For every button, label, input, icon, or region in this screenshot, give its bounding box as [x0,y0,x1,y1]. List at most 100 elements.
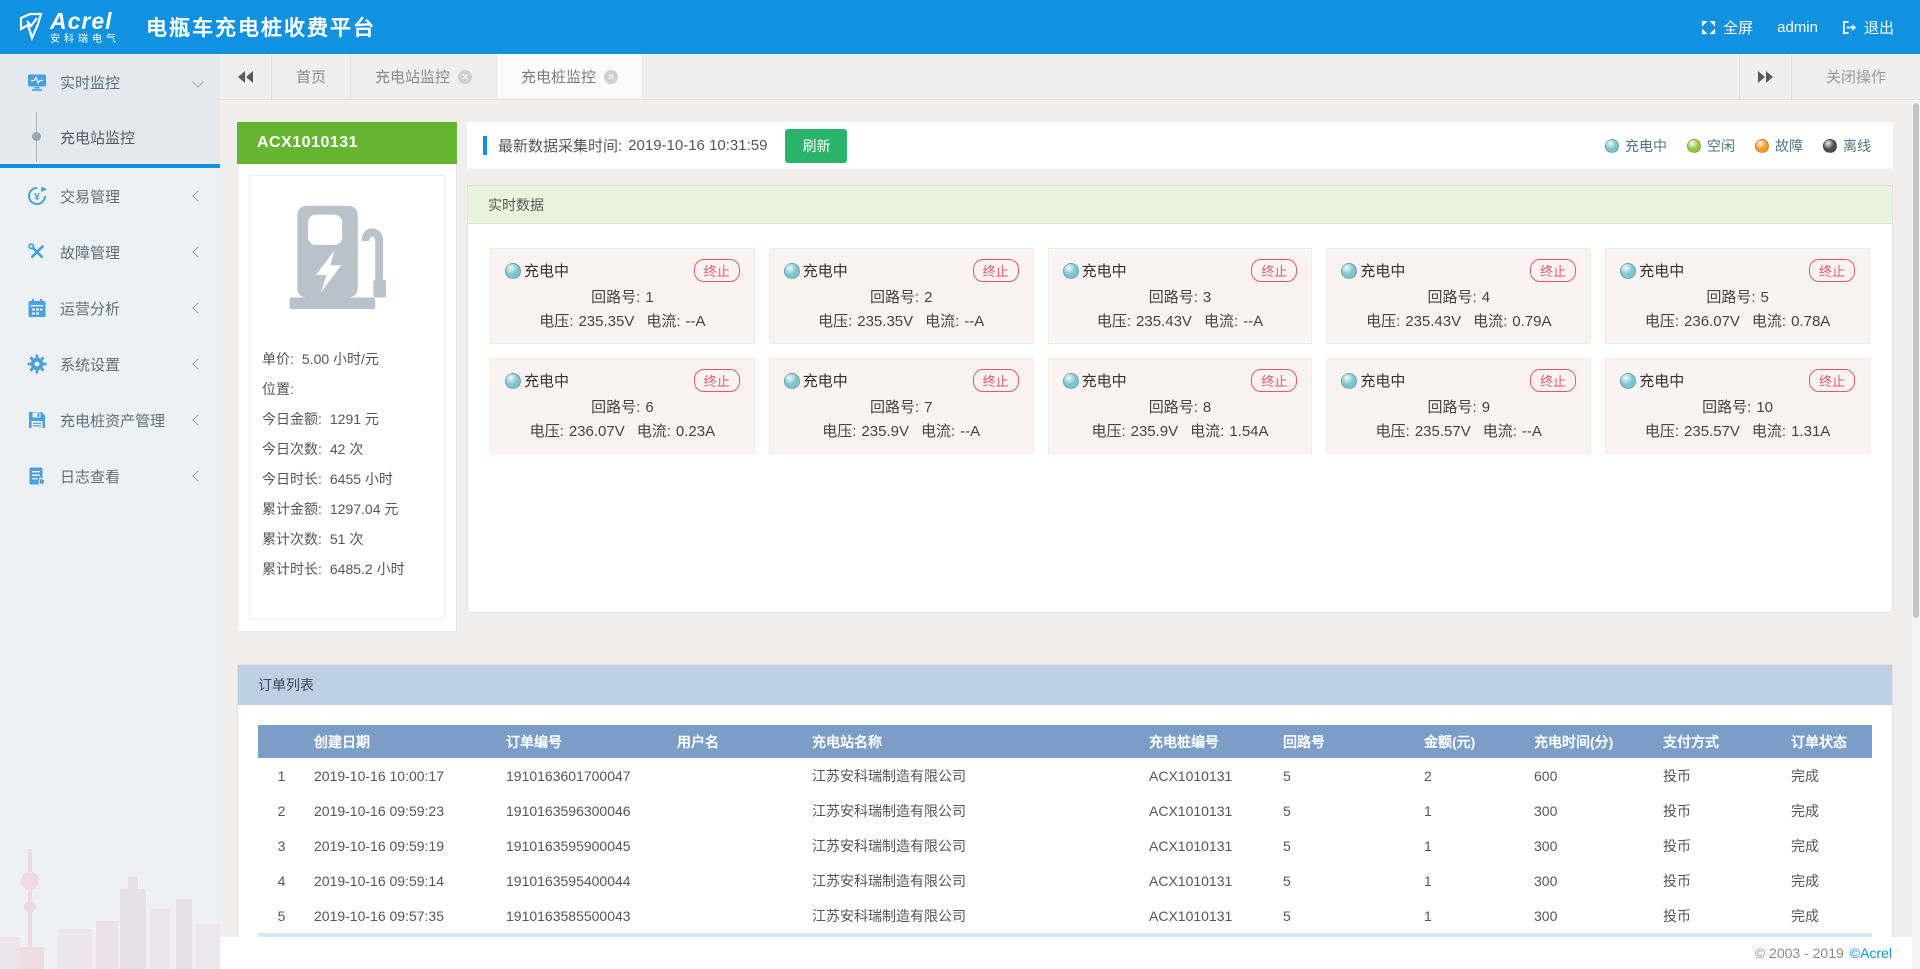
col-circuit: 回路号 [1274,725,1415,758]
sidebar-item-label: 故障管理 [60,242,120,263]
terminate-button[interactable]: 终止 [694,259,740,282]
cell-pay: 投币 [1654,828,1782,863]
tabs-scroll-left-button[interactable] [220,54,272,99]
copyright-text: © 2003 - 2019 [1755,945,1844,961]
sidebar-item-operations-analysis[interactable]: 运营分析 [0,280,220,336]
circuit-status: 充电中 [1360,260,1405,281]
sidebar-item-transactions[interactable]: ¥ 交易管理 [0,168,220,224]
row-index: 3 [258,828,305,863]
cell-minutes: 600 [1525,758,1654,793]
charging-ball-icon [1063,263,1079,279]
city-skyline-decoration [0,829,220,969]
sidebar-item-pile-assets[interactable]: 充电桩资产管理 [0,392,220,448]
cell-status: 完成 [1782,898,1872,933]
fullscreen-button[interactable]: 全屏 [1701,17,1753,38]
tab-pile-monitor[interactable]: 充电桩监控 [497,54,643,99]
brand-link[interactable]: ©Acrel [1850,945,1892,961]
terminate-button[interactable]: 终止 [1530,369,1576,392]
logout-button[interactable]: 退出 [1842,17,1894,38]
circuit-card-1: 充电中终止 回路号:1 电压:235.35V电流:--A [490,248,755,344]
col-status: 订单状态 [1782,725,1872,758]
terminate-button[interactable]: 终止 [1251,259,1297,282]
circuit-metrics: 电压:235.9V电流:--A [784,420,1019,441]
chevron-left-icon [192,302,203,313]
circuit-number: 回路号:2 [784,286,1019,307]
circuit-number: 回路号:6 [505,396,740,417]
circuit-metrics: 电压:236.07V电流:0.23A [505,420,740,441]
terminate-button[interactable]: 终止 [973,259,1019,282]
col-user: 用户名 [668,725,803,758]
table-row[interactable]: 5 2019-10-16 09:57:35 1910163585500043 江… [258,898,1872,933]
sidebar-item-label: 交易管理 [60,186,120,207]
table-row[interactable]: 3 2019-10-16 09:59:19 1910163595900045 江… [258,828,1872,863]
charging-ball-icon [1341,263,1357,279]
cell-minutes: 300 [1525,863,1654,898]
terminate-button[interactable]: 终止 [973,369,1019,392]
scrollbar-thumb[interactable] [1913,103,1919,618]
table-header-row: 创建日期 订单编号 用户名 充电站名称 充电桩编号 回路号 金额(元) 充电时间… [258,725,1872,758]
double-chevron-left-icon [238,71,254,83]
sidebar-item-station-monitor[interactable]: 充电站监控 [0,110,220,164]
sidebar-item-faults[interactable]: 故障管理 [0,224,220,280]
circuit-card-8: 充电中终止 回路号:8 电压:235.9V电流:1.54A [1048,358,1313,454]
sidebar-group-realtime: 实时监控 充电站监控 [0,54,220,168]
username[interactable]: admin [1777,19,1818,36]
stat-total-amount: 累计金额:1297.04 元 [262,494,432,524]
col-date: 创建日期 [305,725,497,758]
tab-station-monitor[interactable]: 充电站监控 [351,54,497,99]
table-row[interactable]: 2 2019-10-16 09:59:23 1910163596300046 江… [258,793,1872,828]
terminate-button[interactable]: 终止 [1809,259,1855,282]
row-index: 5 [258,898,305,933]
circuit-status: 充电中 [1082,370,1127,391]
circuit-number: 回路号:8 [1063,396,1298,417]
charging-pile-icon [283,202,411,314]
chevron-left-icon [192,414,203,425]
terminate-button[interactable]: 终止 [694,369,740,392]
cell-pay: 投币 [1654,863,1782,898]
close-tab-icon[interactable] [604,70,618,84]
cell-circuit: 5 [1274,898,1415,933]
stat-today-count: 今日次数:42 次 [262,434,432,464]
circuit-number: 回路号:7 [784,396,1019,417]
logo-cn: 安科瑞电气 [50,35,120,45]
device-card: ACX1010131 [237,122,457,632]
circuit-status: 充电中 [1639,260,1684,281]
stat-total-count: 累计次数:51 次 [262,524,432,554]
circuit-card-10: 充电中终止 回路号:10 电压:235.57V电流:1.31A [1605,358,1870,454]
circuit-card-9: 充电中终止 回路号:9 电压:235.57V电流:--A [1326,358,1591,454]
cell-amount: 1 [1415,793,1525,828]
sidebar-item-realtime-monitor[interactable]: 实时监控 [0,54,220,110]
sidebar-item-label: 充电桩资产管理 [60,410,165,431]
tabs-scroll-right-button[interactable] [1739,54,1791,99]
offline-ball-icon [1823,139,1837,153]
col-amount: 金额(元) [1415,725,1525,758]
row-index: 1 [258,758,305,793]
close-operations-dropdown[interactable]: 关闭操作 [1791,54,1920,99]
terminate-button[interactable]: 终止 [1251,369,1297,392]
table-row[interactable]: 4 2019-10-16 09:59:14 1910163595400044 江… [258,863,1872,898]
chevron-down-icon [192,76,203,87]
circuit-metrics: 电压:235.35V电流:--A [505,310,740,331]
legend-idle: 空闲 [1687,136,1735,156]
cell-minutes: 300 [1525,828,1654,863]
terminate-button[interactable]: 终止 [1530,259,1576,282]
vertical-scrollbar[interactable] [1912,100,1920,969]
circuit-number: 回路号:1 [505,286,740,307]
sidebar-item-label: 运营分析 [60,298,120,319]
close-tab-icon[interactable] [458,70,472,84]
circuit-card-6: 充电中终止 回路号:6 电压:236.07V电流:0.23A [490,358,755,454]
refresh-button[interactable]: 刷新 [785,129,847,163]
sidebar-item-logs[interactable]: 日志查看 [0,448,220,504]
row-index: 2 [258,793,305,828]
col-pile: 充电桩编号 [1140,725,1274,758]
cell-station: 江苏安科瑞制造有限公司 [803,898,1140,933]
tab-home[interactable]: 首页 [272,54,351,99]
col-minutes: 充电时间(分) [1525,725,1654,758]
cell-order-no: 1910163585500043 [497,898,668,933]
sidebar-item-system-settings[interactable]: 系统设置 [0,336,220,392]
device-id: ACX1010131 [237,122,457,164]
table-row[interactable]: 1 2019-10-16 10:00:17 1910163601700047 江… [258,758,1872,793]
circuit-card-3: 充电中终止 回路号:3 电压:235.43V电流:--A [1048,248,1313,344]
charging-ball-icon [1063,373,1079,389]
terminate-button[interactable]: 终止 [1809,369,1855,392]
